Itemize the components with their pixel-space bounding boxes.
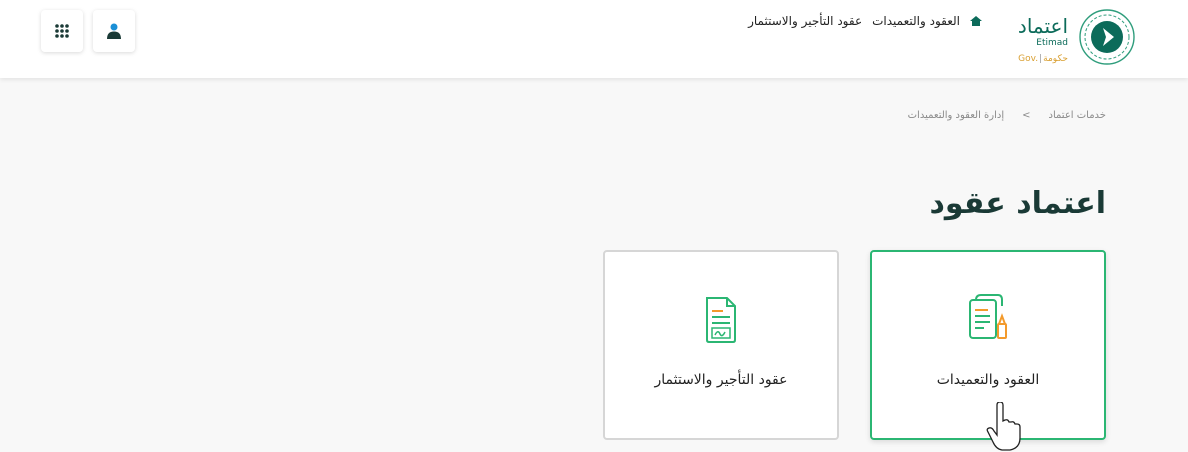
hand-pointer-cursor-icon bbox=[986, 402, 1021, 451]
top-header: اعتماد Etimad Gov.|حكومة العقود والتعميد… bbox=[0, 0, 1188, 78]
top-nav: العقود والتعميدات عقود التأجير والاستثما… bbox=[748, 14, 982, 28]
document-signature-icon bbox=[706, 297, 736, 343]
nav-link-contracts[interactable]: العقود والتعميدات bbox=[872, 14, 960, 28]
nav-link-leasing[interactable]: عقود التأجير والاستثمار bbox=[748, 14, 862, 28]
logo-gov-en: Gov. bbox=[1018, 54, 1039, 64]
home-icon[interactable] bbox=[970, 16, 982, 26]
user-profile-button[interactable] bbox=[93, 10, 135, 52]
breadcrumb-separator: > bbox=[1022, 110, 1031, 121]
logo-english-text: Etimad bbox=[1036, 38, 1068, 48]
logo-arabic-text: اعتماد bbox=[1017, 14, 1068, 38]
apps-menu-button[interactable] bbox=[41, 10, 83, 52]
grid-icon bbox=[55, 24, 69, 38]
etimad-logo[interactable]: اعتماد Etimad Gov.|حكومة bbox=[1008, 6, 1138, 70]
card-leasing[interactable]: عقود التأجير والاستثمار bbox=[603, 250, 839, 440]
page-title: اعتماد عقود bbox=[929, 186, 1106, 221]
user-icon bbox=[107, 23, 121, 39]
contract-pen-icon bbox=[969, 294, 1007, 339]
breadcrumb-item-etimad-services[interactable]: خدمات اعتماد bbox=[1049, 110, 1106, 121]
etimad-logo-mark bbox=[1079, 9, 1135, 65]
card-leasing-label: عقود التأجير والاستثمار bbox=[654, 372, 788, 388]
logo-gov-ar: حكومة bbox=[1043, 54, 1068, 64]
logo-gov-text: Gov.|حكومة bbox=[1018, 54, 1068, 64]
breadcrumb: خدمات اعتماد > إدارة العقود والتعميدات bbox=[908, 110, 1106, 121]
logo-gov-separator: | bbox=[1039, 54, 1043, 64]
card-contracts-label: العقود والتعميدات bbox=[936, 372, 1040, 388]
breadcrumb-item-contracts-management[interactable]: إدارة العقود والتعميدات bbox=[908, 110, 1005, 121]
